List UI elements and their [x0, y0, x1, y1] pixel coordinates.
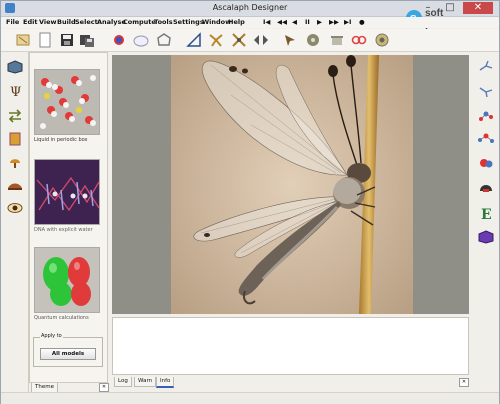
- hat-icon[interactable]: [7, 178, 23, 192]
- arrows-exchange-icon[interactable]: [7, 109, 23, 123]
- quantum-orbitals-image: [35, 248, 99, 312]
- torsion-icon[interactable]: [208, 32, 224, 48]
- cloud-surface-icon[interactable]: [133, 32, 149, 48]
- theme-thumbnail-liquid[interactable]: [34, 69, 100, 135]
- tab-info[interactable]: Info: [156, 377, 175, 388]
- main-toolbar: [1, 29, 499, 52]
- ring-icon[interactable]: [156, 32, 172, 48]
- close-theme-panel-icon[interactable]: ✕: [99, 383, 109, 392]
- first-frame-button[interactable]: I◀: [263, 18, 270, 26]
- record-button[interactable]: ●: [359, 18, 365, 26]
- theme-panel: Liquid in periodic box DNA with explicit…: [29, 52, 108, 383]
- book-icon[interactable]: [7, 132, 23, 146]
- lamp-icon[interactable]: [7, 155, 23, 169]
- menu-build[interactable]: Build: [57, 18, 76, 26]
- status-bar: [1, 392, 499, 404]
- left-toolbar: Ψ: [1, 52, 29, 392]
- link-icon[interactable]: [351, 32, 367, 48]
- atom-icon[interactable]: [111, 32, 127, 48]
- red-blue-icon[interactable]: [478, 156, 494, 170]
- theme-label-dna: DNA with explicit water: [34, 227, 93, 233]
- theme-thumbnail-dna[interactable]: [34, 159, 100, 225]
- energy-e-icon[interactable]: E: [478, 206, 494, 220]
- psi-icon[interactable]: Ψ: [7, 84, 23, 98]
- menu-help[interactable]: Help: [228, 18, 245, 26]
- play-button[interactable]: ▶: [317, 18, 322, 26]
- menu-view[interactable]: View: [39, 18, 57, 26]
- menu-file[interactable]: File: [6, 18, 19, 26]
- purple-cube-icon[interactable]: [478, 230, 494, 244]
- triangle-geometry-icon[interactable]: [186, 32, 202, 48]
- menu-compute[interactable]: Compute: [123, 18, 156, 26]
- flip-arrows-icon[interactable]: [253, 32, 269, 48]
- menu-analyse[interactable]: Analyse: [97, 18, 126, 26]
- theme-label-quantum: Quantum calculations: [34, 315, 89, 321]
- apply-to-group: Apply to All models: [33, 333, 103, 367]
- cube-icon[interactable]: [7, 60, 23, 74]
- theme-thumbnail-quantum[interactable]: [34, 247, 100, 313]
- tab-log[interactable]: Log: [114, 377, 132, 387]
- molecule-red-icon[interactable]: [478, 108, 494, 122]
- save-icon[interactable]: [59, 32, 75, 48]
- rewind-button[interactable]: ◀◀: [277, 18, 287, 26]
- tab-warn[interactable]: Warn: [134, 377, 157, 387]
- apply-to-label: Apply to: [40, 333, 63, 339]
- log-output[interactable]: [112, 317, 469, 375]
- insect-photo: [171, 55, 413, 314]
- menu-settings[interactable]: Settings: [173, 18, 204, 26]
- step-back-button[interactable]: ◀: [292, 18, 297, 26]
- molecule-blue-icon[interactable]: [478, 132, 494, 146]
- helmet-icon[interactable]: [478, 180, 494, 194]
- menu-edit[interactable]: Edit: [23, 18, 37, 26]
- branch-icon-2[interactable]: [478, 84, 494, 98]
- circle-structure-icon[interactable]: [374, 32, 390, 48]
- theme-label-liquid: Liquid in periodic box: [34, 137, 88, 143]
- branch-icon-1[interactable]: [478, 60, 494, 74]
- save-as-icon[interactable]: [79, 32, 95, 48]
- menu-tools[interactable]: Tools: [154, 18, 173, 26]
- all-models-button[interactable]: All models: [40, 348, 96, 360]
- new-document-icon[interactable]: [37, 32, 53, 48]
- menu-select[interactable]: Select: [75, 18, 98, 26]
- last-frame-button[interactable]: ▶I: [344, 18, 351, 26]
- mouse-tool-icon[interactable]: [282, 32, 298, 48]
- viewport-image: [171, 55, 413, 314]
- right-toolbar: E: [474, 52, 499, 392]
- menu-bar: File Edit View Build Select Analyse Comp…: [1, 17, 499, 28]
- model-viewport[interactable]: [112, 55, 469, 314]
- eye-icon[interactable]: [7, 201, 23, 215]
- svg-text:E: E: [481, 207, 492, 220]
- pause-button[interactable]: II: [305, 18, 310, 26]
- molecule-icon[interactable]: [15, 32, 31, 48]
- log-tab-bar: Log Warn Info ✕: [112, 377, 469, 388]
- app-window: Ascalaph Designer – □ ✕ S soft planet .c…: [0, 0, 500, 404]
- svg-text:Ψ: Ψ: [10, 85, 21, 98]
- liquid-molecules-image: [35, 70, 99, 134]
- dna-structure-image: [35, 160, 99, 224]
- gear-cluster-icon[interactable]: [305, 32, 321, 48]
- pot-icon[interactable]: [329, 32, 345, 48]
- menu-window[interactable]: Window: [202, 18, 231, 26]
- theme-tab-bar: Theme ✕: [29, 383, 109, 394]
- close-log-panel-icon[interactable]: ✕: [459, 378, 469, 387]
- fast-forward-button[interactable]: ▶▶: [329, 18, 339, 26]
- bond-rotate-icon[interactable]: [231, 32, 247, 48]
